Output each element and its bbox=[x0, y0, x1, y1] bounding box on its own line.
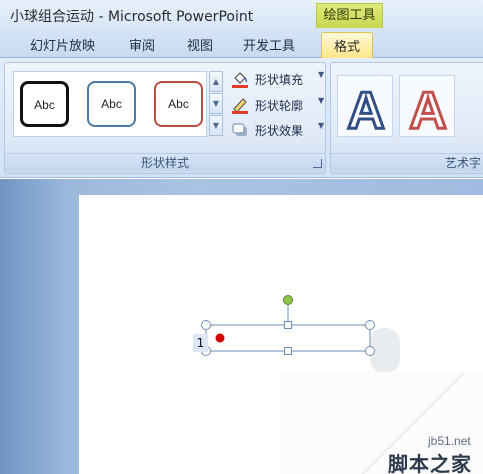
shape-fill-label: 形状填充 bbox=[255, 73, 304, 87]
wordart-a-icon: A bbox=[408, 81, 449, 142]
gallery-scroll-up-button[interactable]: ▲ bbox=[209, 71, 223, 92]
shape-styles-group-label: 形状样式 bbox=[5, 153, 325, 171]
watermark-url: jb51.net bbox=[428, 434, 471, 448]
watermark-text: 脚本之家 bbox=[388, 452, 472, 474]
resize-handle[interactable] bbox=[201, 320, 211, 330]
animation-order-tag: 1 bbox=[193, 334, 208, 352]
gallery-scroll-down-button[interactable]: ▼ bbox=[209, 93, 223, 114]
resize-handle[interactable] bbox=[365, 320, 375, 330]
title-bar: 小球组合运动 - Microsoft PowerPoint 绘图工具 bbox=[0, 0, 483, 30]
shape-styles-gallery: Abc Abc Abc bbox=[13, 71, 207, 137]
tab-review[interactable]: 审阅 bbox=[129, 35, 155, 54]
wordart-styles-group: A A 艺术字 bbox=[330, 62, 483, 174]
resize-handle[interactable] bbox=[284, 347, 292, 355]
shape-style-swatch[interactable]: Abc bbox=[154, 81, 203, 127]
drawing-tools-context-label: 绘图工具 bbox=[316, 3, 383, 28]
wordart-letter: A bbox=[347, 82, 385, 138]
tab-format[interactable]: 格式 bbox=[321, 32, 374, 59]
resize-handle[interactable] bbox=[365, 346, 375, 356]
window-title: 小球组合运动 - Microsoft PowerPoint bbox=[10, 9, 254, 25]
gallery-more-button[interactable]: ▼ bbox=[209, 115, 223, 136]
tab-slide-show[interactable]: 幻灯片放映 bbox=[30, 35, 95, 54]
wordart-a-icon: A bbox=[346, 81, 387, 142]
shape-style-swatch[interactable]: Abc bbox=[20, 81, 69, 127]
chevron-down-icon: ▼ bbox=[318, 96, 325, 105]
shape-effects-label: 形状效果 bbox=[255, 124, 304, 138]
dialog-launcher-icon[interactable] bbox=[313, 159, 322, 168]
ribbon-tabs: 幻灯片放映 审阅 视图 开发工具 格式 bbox=[0, 30, 483, 59]
tab-developer[interactable]: 开发工具 bbox=[243, 35, 295, 54]
chevron-down-icon: ▼ bbox=[318, 121, 325, 130]
wordart-style-swatch[interactable]: A bbox=[337, 75, 393, 142]
paint-bucket-icon bbox=[232, 72, 248, 88]
wordart-style-swatch[interactable]: A bbox=[399, 75, 455, 142]
tab-view[interactable]: 视图 bbox=[187, 35, 213, 54]
resize-handle[interactable] bbox=[284, 321, 292, 329]
red-ball[interactable] bbox=[215, 333, 225, 343]
ribbon: Abc Abc Abc ▲ ▼ ▼ 形状填充 ▼ 形状轮廓 ▼ 形状效果 ▼ 形… bbox=[0, 58, 483, 178]
shape-effects-icon bbox=[232, 123, 247, 136]
selected-shape[interactable] bbox=[190, 290, 390, 365]
rotation-handle[interactable] bbox=[283, 295, 293, 305]
shape-style-swatch[interactable]: Abc bbox=[87, 81, 136, 127]
wordart-letter: A bbox=[409, 82, 447, 138]
chevron-down-icon: ▼ bbox=[318, 70, 325, 79]
wordart-group-label: 艺术字 bbox=[331, 153, 483, 171]
pencil-icon bbox=[232, 98, 248, 114]
shape-styles-group: Abc Abc Abc ▲ ▼ ▼ 形状填充 ▼ 形状轮廓 ▼ 形状效果 ▼ 形… bbox=[4, 62, 326, 174]
shape-outline-label: 形状轮廓 bbox=[255, 99, 304, 113]
gallery-scroll: ▲ ▼ ▼ bbox=[209, 71, 223, 137]
